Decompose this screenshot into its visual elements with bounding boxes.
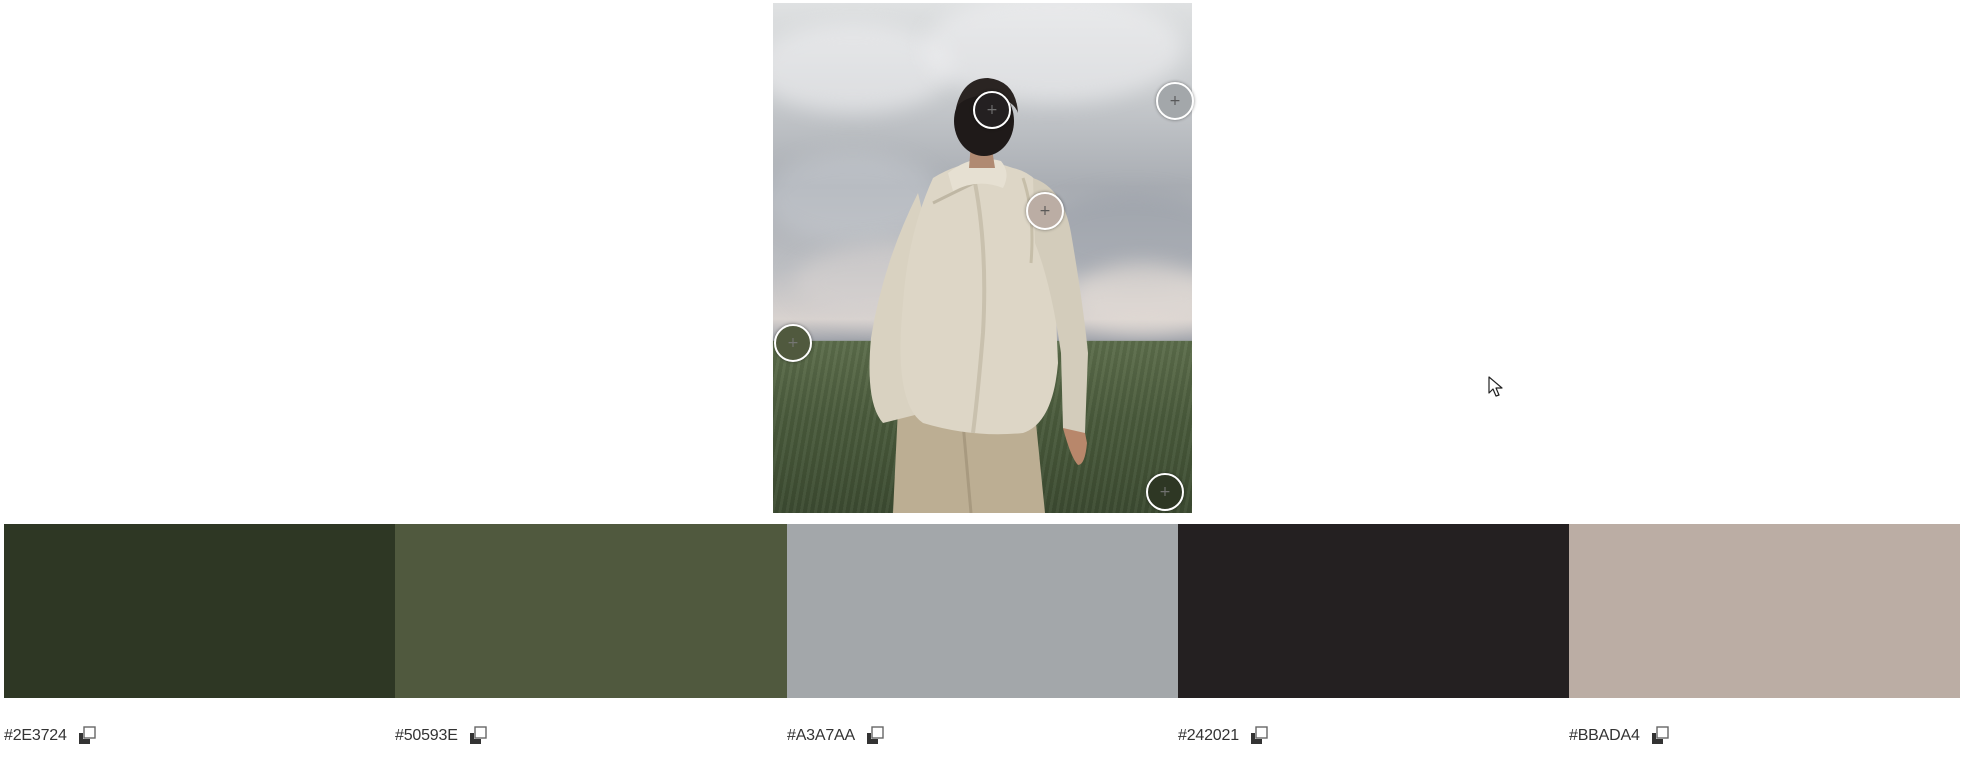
palette-labels: #2E3724 #50593E #A3A7AA #242021 #BBADA4 — [4, 722, 1960, 750]
copy-icon[interactable] — [865, 726, 885, 746]
marker-grass-bottom[interactable]: + — [1146, 473, 1184, 511]
swatch-4[interactable] — [1178, 524, 1569, 698]
marker-shirt[interactable]: + — [1026, 192, 1064, 230]
label-2: #50593E — [395, 722, 787, 750]
marker-head[interactable]: + — [973, 91, 1011, 129]
palette-swatches — [4, 524, 1960, 698]
plus-icon: + — [986, 102, 998, 118]
hex-value[interactable]: #BBADA4 — [1569, 727, 1640, 745]
swatch-3[interactable] — [787, 524, 1178, 698]
source-photo — [773, 3, 1192, 513]
marker-grass-left[interactable]: + — [774, 324, 812, 362]
plus-icon: + — [1159, 484, 1171, 500]
plus-icon: + — [1169, 93, 1181, 109]
person-figure — [869, 78, 1088, 513]
mouse-pointer-icon — [1488, 376, 1503, 397]
label-4: #242021 — [1178, 722, 1569, 750]
swatch-2[interactable] — [395, 524, 787, 698]
label-1: #2E3724 — [4, 722, 395, 750]
plus-icon: + — [1039, 203, 1051, 219]
hex-value[interactable]: #A3A7AA — [787, 727, 855, 745]
swatch-1[interactable] — [4, 524, 395, 698]
hex-value[interactable]: #50593E — [395, 727, 458, 745]
swatch-5[interactable] — [1569, 524, 1960, 698]
marker-sky-right[interactable]: + — [1156, 82, 1194, 120]
copy-icon[interactable] — [77, 726, 97, 746]
copy-icon[interactable] — [1650, 726, 1670, 746]
label-5: #BBADA4 — [1569, 722, 1960, 750]
copy-icon[interactable] — [1249, 726, 1269, 746]
copy-icon[interactable] — [468, 726, 488, 746]
hex-value[interactable]: #2E3724 — [4, 727, 67, 745]
hex-value[interactable]: #242021 — [1178, 727, 1239, 745]
plus-icon: + — [787, 335, 799, 351]
color-palette-extractor: + + + + + #2E3724 #50593E #A3A7AA #24202… — [0, 0, 1964, 757]
label-3: #A3A7AA — [787, 722, 1178, 750]
